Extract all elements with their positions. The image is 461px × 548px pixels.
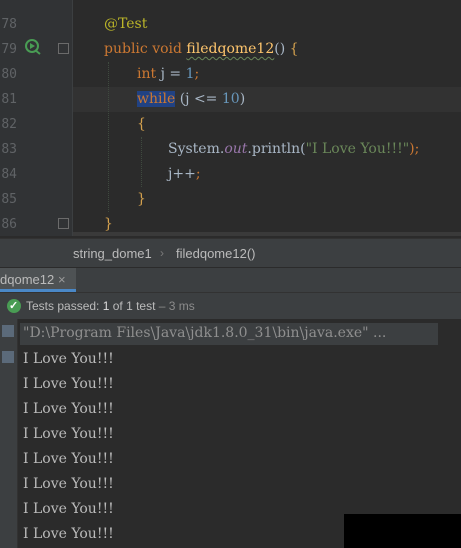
code-token: } xyxy=(104,216,113,232)
status-suffix: of 1 test xyxy=(109,299,156,313)
code-editor[interactable]: 78 @Test 79 public void filedqome12() {80 in… xyxy=(0,0,461,236)
horizontal-scrollbar[interactable] xyxy=(73,232,461,236)
code-line: 78 @Test xyxy=(0,12,461,37)
code-text[interactable]: @Test xyxy=(104,12,147,37)
line-number: 79 xyxy=(1,42,17,57)
console-output-line: I Love You!!! xyxy=(23,351,114,367)
console-toolbar xyxy=(0,319,18,548)
code-text[interactable]: public void filedqome12() { xyxy=(104,37,299,62)
code-token: j++ xyxy=(168,166,196,182)
indent-guide xyxy=(108,62,109,212)
breadcrumb-separator-icon: › xyxy=(160,246,164,260)
code-line: 85} xyxy=(0,187,461,212)
line-number: 83 xyxy=(1,142,17,157)
code-token: { xyxy=(137,116,146,132)
fold-toggle-icon[interactable] xyxy=(58,43,69,54)
code-line: 83 System.out.println("I Love You!!!"); xyxy=(0,137,461,162)
breadcrumb-method[interactable]: filedqome12() xyxy=(176,239,256,268)
code-text[interactable]: } xyxy=(137,187,146,212)
code-token: .println( xyxy=(247,141,306,157)
code-line: 82 { xyxy=(0,112,461,137)
code-token: filedqome12 xyxy=(186,41,275,57)
check-circle-icon: ✓ xyxy=(7,299,21,313)
code-token: } xyxy=(137,191,146,207)
console-command: "D:\Program Files\Java\jdk1.8.0_31\bin\j… xyxy=(23,325,387,341)
console-output-line: I Love You!!! xyxy=(23,476,114,492)
code-text[interactable]: j++; xyxy=(168,162,201,187)
run-tab[interactable]: dqome12 × xyxy=(0,268,76,292)
console-output-line: I Love You!!! xyxy=(23,401,114,417)
code-token: j = xyxy=(160,66,186,82)
code-line: 81 while (j <= 10) xyxy=(0,87,461,112)
code-token: () xyxy=(274,41,290,57)
indent-guide xyxy=(141,137,142,187)
code-text[interactable]: System.out.println("I Love You!!!"); xyxy=(168,137,419,162)
line-number: 84 xyxy=(1,167,17,182)
console-output-line: I Love You!!! xyxy=(23,426,114,442)
fold-toggle-icon[interactable] xyxy=(58,218,69,229)
code-token: ; xyxy=(195,166,201,182)
run-tool-window-tabs: dqome12 × xyxy=(0,267,461,292)
console-output-line: I Love You!!! xyxy=(23,501,114,517)
line-number: 81 xyxy=(1,92,17,107)
rerun-icon[interactable] xyxy=(2,325,14,337)
code-token: void xyxy=(152,41,187,57)
code-token: out xyxy=(224,141,248,157)
code-line: 80 int j = 1; xyxy=(0,62,461,87)
test-status-text: Tests passed: 1 of 1 test – 3 ms xyxy=(26,293,195,319)
code-token: while xyxy=(137,91,176,107)
breadcrumb-class[interactable]: string_dome1 xyxy=(73,239,152,268)
code-token: "I Love You!!!" xyxy=(305,141,410,157)
test-status-bar: ✓ Tests passed: 1 of 1 test – 3 ms xyxy=(0,292,461,319)
line-number: 78 xyxy=(1,17,17,32)
code-token: ; xyxy=(194,66,200,82)
breadcrumb: string_dome1 › filedqome12() xyxy=(0,238,461,268)
code-text[interactable]: int j = 1; xyxy=(137,62,199,87)
run-test-icon[interactable] xyxy=(24,38,42,56)
code-token: 10 xyxy=(221,91,240,107)
status-prefix: Tests passed: xyxy=(26,299,103,313)
code-token: (j <= xyxy=(175,91,222,107)
code-token: int xyxy=(137,66,161,82)
line-number: 86 xyxy=(1,217,17,232)
console-output-line: I Love You!!! xyxy=(23,526,114,542)
stop-icon[interactable] xyxy=(2,351,14,363)
console-output-line: I Love You!!! xyxy=(23,451,114,467)
redaction-block xyxy=(344,514,461,548)
code-token: ); xyxy=(409,141,420,157)
code-token: public xyxy=(104,41,153,57)
code-token: System. xyxy=(168,141,225,157)
code-line: 79 public void filedqome12() { xyxy=(0,37,461,62)
code-token: { xyxy=(289,41,299,57)
code-token: ) xyxy=(239,91,246,107)
console-output-line: I Love You!!! xyxy=(23,376,114,392)
code-text[interactable]: { xyxy=(137,112,146,137)
code-token: @Test xyxy=(104,16,148,32)
line-number: 80 xyxy=(1,67,17,82)
line-number: 82 xyxy=(1,117,17,132)
status-time: – 3 ms xyxy=(155,299,195,313)
line-number: 85 xyxy=(1,192,17,207)
code-text[interactable]: while (j <= 10) xyxy=(137,87,245,112)
code-line: 84 j++; xyxy=(0,162,461,187)
